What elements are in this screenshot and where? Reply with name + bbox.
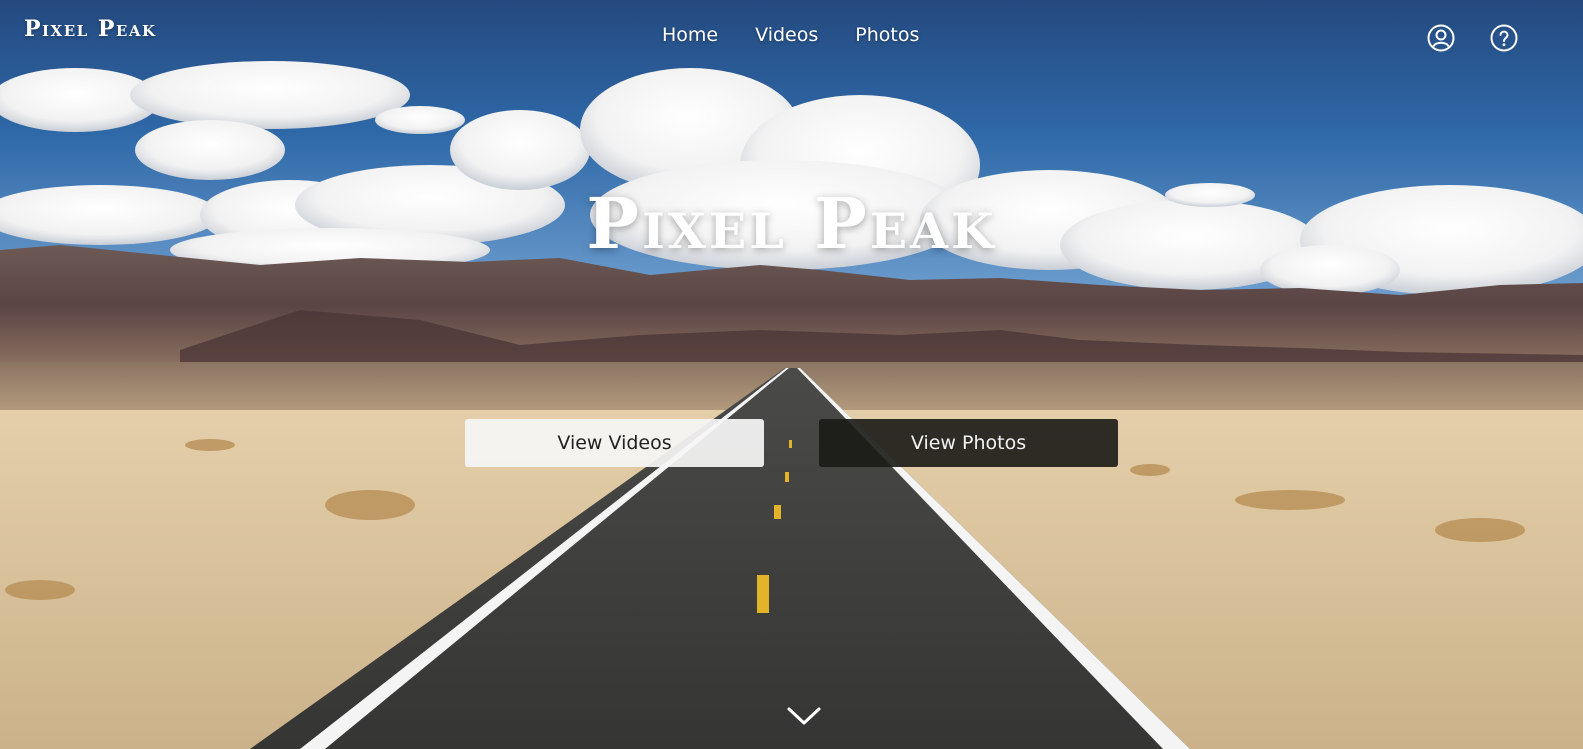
hero-section: Pixel Peak Home Videos Photos Pixel Peak… [0,0,1583,749]
view-videos-button[interactable]: View Videos [465,419,764,467]
site-logo[interactable]: Pixel Peak [24,16,157,42]
nav-item-photos[interactable]: Photos [855,24,919,46]
hero-background-image [0,0,1583,749]
view-photos-button[interactable]: View Photos [819,419,1118,467]
user-icon[interactable] [1427,24,1455,52]
chevron-down-icon[interactable] [786,704,822,728]
hero-title: Pixel Peak [586,182,997,265]
help-icon[interactable] [1490,24,1518,52]
nav-item-videos[interactable]: Videos [755,24,818,46]
nav-item-home[interactable]: Home [662,24,718,46]
main-nav: Home Videos Photos [662,24,956,46]
